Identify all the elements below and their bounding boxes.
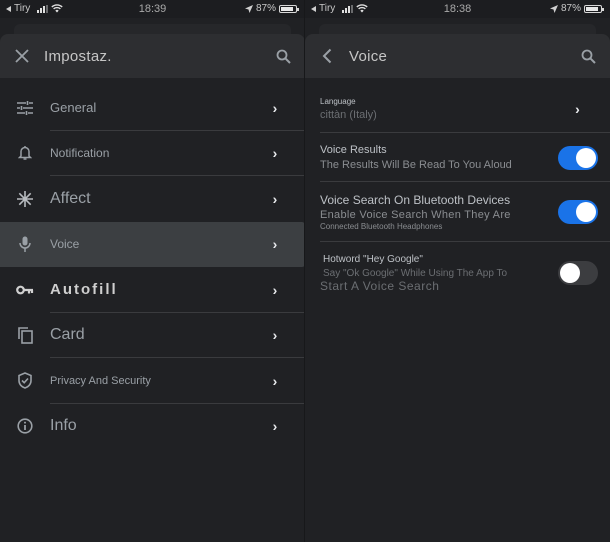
setting-texts: Language cittàn (Italy) bbox=[320, 97, 545, 121]
chevron-right-icon: › bbox=[272, 281, 278, 298]
setting-description: Say "Ok Google" While Using The App To bbox=[323, 267, 508, 279]
menu-item-label: Affect bbox=[50, 189, 91, 207]
status-bar: Tiry 18:38 87% bbox=[305, 0, 610, 18]
setting-description-2: Start A Voice Search bbox=[320, 278, 440, 293]
setting-title: Voice Results bbox=[320, 144, 387, 156]
setting-bluetooth-voice-search[interactable]: Voice Search On Bluetooth Devices Enable… bbox=[305, 182, 610, 242]
status-bar: Tiry 18:39 87% bbox=[0, 0, 305, 18]
setting-title: Language bbox=[320, 97, 356, 106]
location-arrow-icon bbox=[549, 4, 558, 13]
menu-item-privacy-security[interactable]: Privacy And Security › bbox=[0, 358, 305, 404]
setting-value: cittàn (Italy) bbox=[320, 109, 377, 121]
battery-icon bbox=[584, 4, 604, 13]
setting-texts: Voice Search On Bluetooth Devices Enable… bbox=[320, 193, 545, 231]
chevron-right-icon: › bbox=[272, 418, 278, 435]
location-arrow-icon bbox=[244, 4, 253, 13]
toggle-knob bbox=[575, 147, 596, 168]
toggle-knob bbox=[575, 202, 596, 222]
setting-hotword[interactable]: Hotword "Hey Google" Say "Ok Google" Whi… bbox=[305, 242, 610, 304]
voice-settings-screen: Tiry 18:38 87% Voice Language cittàn (It… bbox=[305, 0, 610, 542]
toggle-knob bbox=[559, 263, 580, 283]
search-button[interactable] bbox=[566, 49, 610, 64]
battery-percent: 87% bbox=[255, 3, 276, 14]
bell-icon bbox=[0, 145, 50, 161]
menu-item-card[interactable]: Card › bbox=[0, 313, 305, 358]
menu-item-label: Autofill bbox=[50, 281, 118, 299]
search-button[interactable] bbox=[261, 49, 305, 64]
menu-item-notification[interactable]: Notification › bbox=[0, 131, 305, 176]
chevron-right-icon: › bbox=[272, 236, 278, 253]
hotword-toggle[interactable] bbox=[557, 261, 598, 285]
microphone-icon bbox=[0, 236, 50, 253]
back-button[interactable] bbox=[305, 48, 349, 64]
status-right: 87% bbox=[244, 3, 299, 14]
setting-description: The Results Will Be Read To You Aloud bbox=[320, 159, 512, 171]
page-title: Impostaz. bbox=[44, 47, 112, 65]
close-icon bbox=[15, 49, 29, 63]
setting-description-2: Connected Bluetooth Headphones bbox=[320, 222, 443, 231]
battery-fill bbox=[281, 6, 294, 11]
menu-item-label: Voice bbox=[50, 237, 80, 252]
chevron-right-icon: › bbox=[272, 145, 278, 162]
battery-icon bbox=[279, 4, 299, 13]
voice-settings-list: Language cittàn (Italy) › Voice Results … bbox=[305, 85, 610, 304]
close-button[interactable] bbox=[0, 49, 44, 63]
setting-title: Voice Search On Bluetooth Devices bbox=[320, 193, 511, 207]
menu-item-label: Card bbox=[50, 326, 85, 344]
chevron-right-icon: › bbox=[575, 101, 580, 117]
asterisk-icon bbox=[0, 190, 50, 207]
bluetooth-voice-search-toggle[interactable] bbox=[557, 200, 598, 224]
settings-screen: Tiry 18:39 87% Impostaz. General › Notif… bbox=[0, 0, 305, 542]
info-icon bbox=[0, 418, 50, 434]
search-icon bbox=[276, 49, 291, 64]
copy-card-icon bbox=[0, 326, 50, 344]
setting-description: Enable Voice Search When They Are bbox=[320, 209, 511, 221]
battery-fill bbox=[586, 6, 599, 11]
chevron-right-icon: › bbox=[272, 327, 278, 344]
menu-item-autofill[interactable]: Autofill › bbox=[0, 267, 305, 313]
setting-texts: Voice Results The Results Will Be Read T… bbox=[320, 144, 545, 171]
setting-voice-results[interactable]: Voice Results The Results Will Be Read T… bbox=[305, 133, 610, 182]
menu-item-label: Info bbox=[50, 417, 77, 435]
key-icon bbox=[0, 285, 50, 295]
setting-title: Hotword "Hey Google" bbox=[323, 253, 423, 265]
voice-results-toggle[interactable] bbox=[557, 145, 598, 170]
menu-item-affect[interactable]: Affect › bbox=[0, 176, 305, 222]
app-bar: Voice bbox=[305, 34, 610, 78]
settings-menu: General › Notification › Affect › Voice … bbox=[0, 85, 305, 449]
battery-percent: 87% bbox=[560, 3, 581, 14]
page-title: Voice bbox=[349, 47, 388, 65]
setting-language[interactable]: Language cittàn (Italy) › bbox=[305, 85, 610, 133]
setting-texts: Hotword "Hey Google" Say "Ok Google" Whi… bbox=[320, 254, 545, 293]
menu-item-voice[interactable]: Voice › bbox=[0, 221, 305, 267]
chevron-right-icon: › bbox=[272, 99, 278, 116]
back-arrow-icon bbox=[322, 48, 332, 64]
status-right: 87% bbox=[549, 3, 604, 14]
search-icon bbox=[581, 49, 596, 64]
shield-check-icon bbox=[0, 372, 50, 390]
tune-sliders-icon bbox=[0, 100, 50, 115]
menu-item-label: General bbox=[50, 100, 97, 116]
menu-item-label: Notification bbox=[50, 146, 110, 161]
menu-item-label: Privacy And Security bbox=[50, 374, 151, 387]
menu-item-info[interactable]: Info › bbox=[0, 404, 305, 450]
chevron-right-icon: › bbox=[272, 372, 278, 389]
app-bar: Impostaz. bbox=[0, 34, 305, 78]
menu-item-general[interactable]: General › bbox=[0, 85, 305, 131]
chevron-right-icon: › bbox=[272, 190, 278, 207]
